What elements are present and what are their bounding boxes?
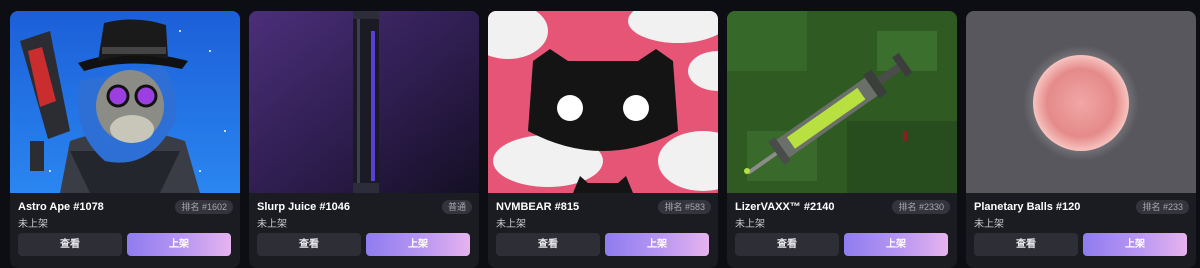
view-button[interactable]: 查看 <box>974 233 1078 256</box>
rarity-badge: 普通 <box>441 200 472 214</box>
juice-vial-icon[interactable] <box>249 11 479 193</box>
list-button[interactable]: 上架 <box>605 233 709 256</box>
view-button[interactable]: 查看 <box>18 233 122 256</box>
list-button[interactable]: 上架 <box>844 233 948 256</box>
nft-card-grid: Astro Ape #1078 排名 #1602 未上架 查看 上架 Slurp… <box>0 0 1200 268</box>
rank-badge: 排名 #583 <box>658 200 711 214</box>
view-button[interactable]: 查看 <box>735 233 839 256</box>
view-button[interactable]: 查看 <box>257 233 361 256</box>
listing-status: 未上架 <box>496 219 526 230</box>
nft-title: NVMBEAR #815 <box>496 201 580 213</box>
rank-badge: 排名 #233 <box>1136 200 1189 214</box>
list-button[interactable]: 上架 <box>1083 233 1187 256</box>
listing-status: 未上架 <box>257 219 287 230</box>
listing-status: 未上架 <box>735 219 765 230</box>
rank-badge: 排名 #2330 <box>892 200 950 214</box>
nft-title: Astro Ape #1078 <box>18 201 104 213</box>
nft-card[interactable]: Astro Ape #1078 排名 #1602 未上架 查看 上架 <box>10 11 240 268</box>
bear-face-icon[interactable] <box>488 11 718 193</box>
list-button[interactable]: 上架 <box>366 233 470 256</box>
pink-planet-icon[interactable] <box>966 11 1196 193</box>
rank-badge: 排名 #1602 <box>175 200 233 214</box>
nft-title: LizerVAXX™ #2140 <box>735 201 835 213</box>
syringe-icon[interactable] <box>727 11 957 193</box>
listing-status: 未上架 <box>18 219 48 230</box>
nft-card[interactable]: Planetary Balls #120 排名 #233 未上架 查看 上架 <box>966 11 1196 268</box>
list-button[interactable]: 上架 <box>127 233 231 256</box>
astronaut-ape-icon[interactable] <box>10 11 240 193</box>
nft-card[interactable]: NVMBEAR #815 排名 #583 未上架 查看 上架 <box>488 11 718 268</box>
nft-title: Slurp Juice #1046 <box>257 201 350 213</box>
nft-title: Planetary Balls #120 <box>974 201 1081 213</box>
listing-status: 未上架 <box>974 219 1004 230</box>
view-button[interactable]: 查看 <box>496 233 600 256</box>
nft-card[interactable]: LizerVAXX™ #2140 排名 #2330 未上架 查看 上架 <box>727 11 957 268</box>
nft-card[interactable]: Slurp Juice #1046 普通 未上架 查看 上架 <box>249 11 479 268</box>
